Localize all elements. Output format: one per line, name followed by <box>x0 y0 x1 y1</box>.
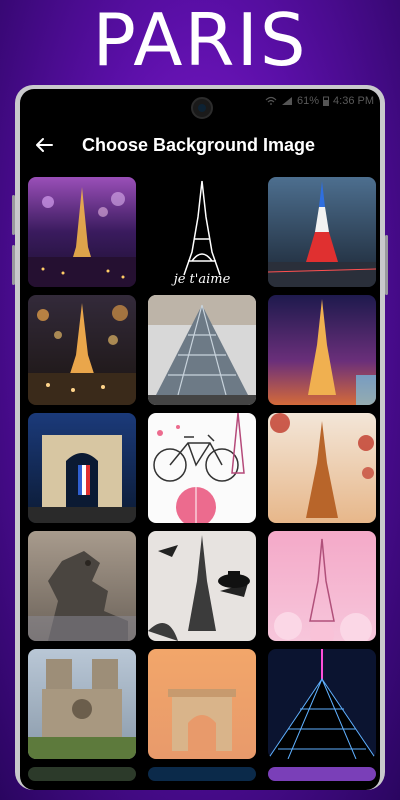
image-grid: je t'aime <box>28 177 376 781</box>
volume-button <box>12 195 15 235</box>
battery-icon <box>323 96 330 106</box>
screen: 61% 4:36 PM Choose Background Image je t… <box>20 89 380 790</box>
wallpaper-tile[interactable] <box>28 649 136 759</box>
wallpaper-tile[interactable] <box>148 767 256 781</box>
wallpaper-tile[interactable] <box>268 413 376 523</box>
wallpaper-tile[interactable] <box>268 295 376 405</box>
wallpaper-tile[interactable] <box>28 767 136 781</box>
wallpaper-tile[interactable]: je t'aime <box>148 177 256 287</box>
wallpaper-tile[interactable] <box>28 531 136 641</box>
wallpaper-tile[interactable] <box>268 177 376 287</box>
wifi-icon <box>265 96 277 105</box>
wallpaper-tile[interactable] <box>268 767 376 781</box>
clock-text: 4:36 PM <box>333 95 374 107</box>
signal-icon <box>282 97 292 105</box>
power-button <box>385 235 388 295</box>
wallpaper-tile[interactable] <box>148 413 256 523</box>
status-bar: 61% 4:36 PM <box>20 95 380 111</box>
tile-caption: je t'aime <box>173 272 231 287</box>
back-arrow-icon[interactable] <box>32 133 56 157</box>
app-bar: Choose Background Image <box>20 127 380 163</box>
battery-text: 61% <box>297 95 320 107</box>
wallpaper-tile[interactable] <box>148 531 256 641</box>
wallpaper-tile[interactable] <box>148 295 256 405</box>
wallpaper-tile[interactable] <box>28 413 136 523</box>
promo-headline: PARIS <box>92 0 308 82</box>
wallpaper-tile[interactable] <box>148 649 256 759</box>
phone-frame: 61% 4:36 PM Choose Background Image je t… <box>12 85 388 790</box>
volume-button <box>12 245 15 285</box>
wallpaper-tile[interactable] <box>268 531 376 641</box>
page-title: Choose Background Image <box>82 135 316 155</box>
wallpaper-tile[interactable] <box>28 295 136 405</box>
wallpaper-tile[interactable] <box>28 177 136 287</box>
wallpaper-tile[interactable] <box>268 649 376 759</box>
